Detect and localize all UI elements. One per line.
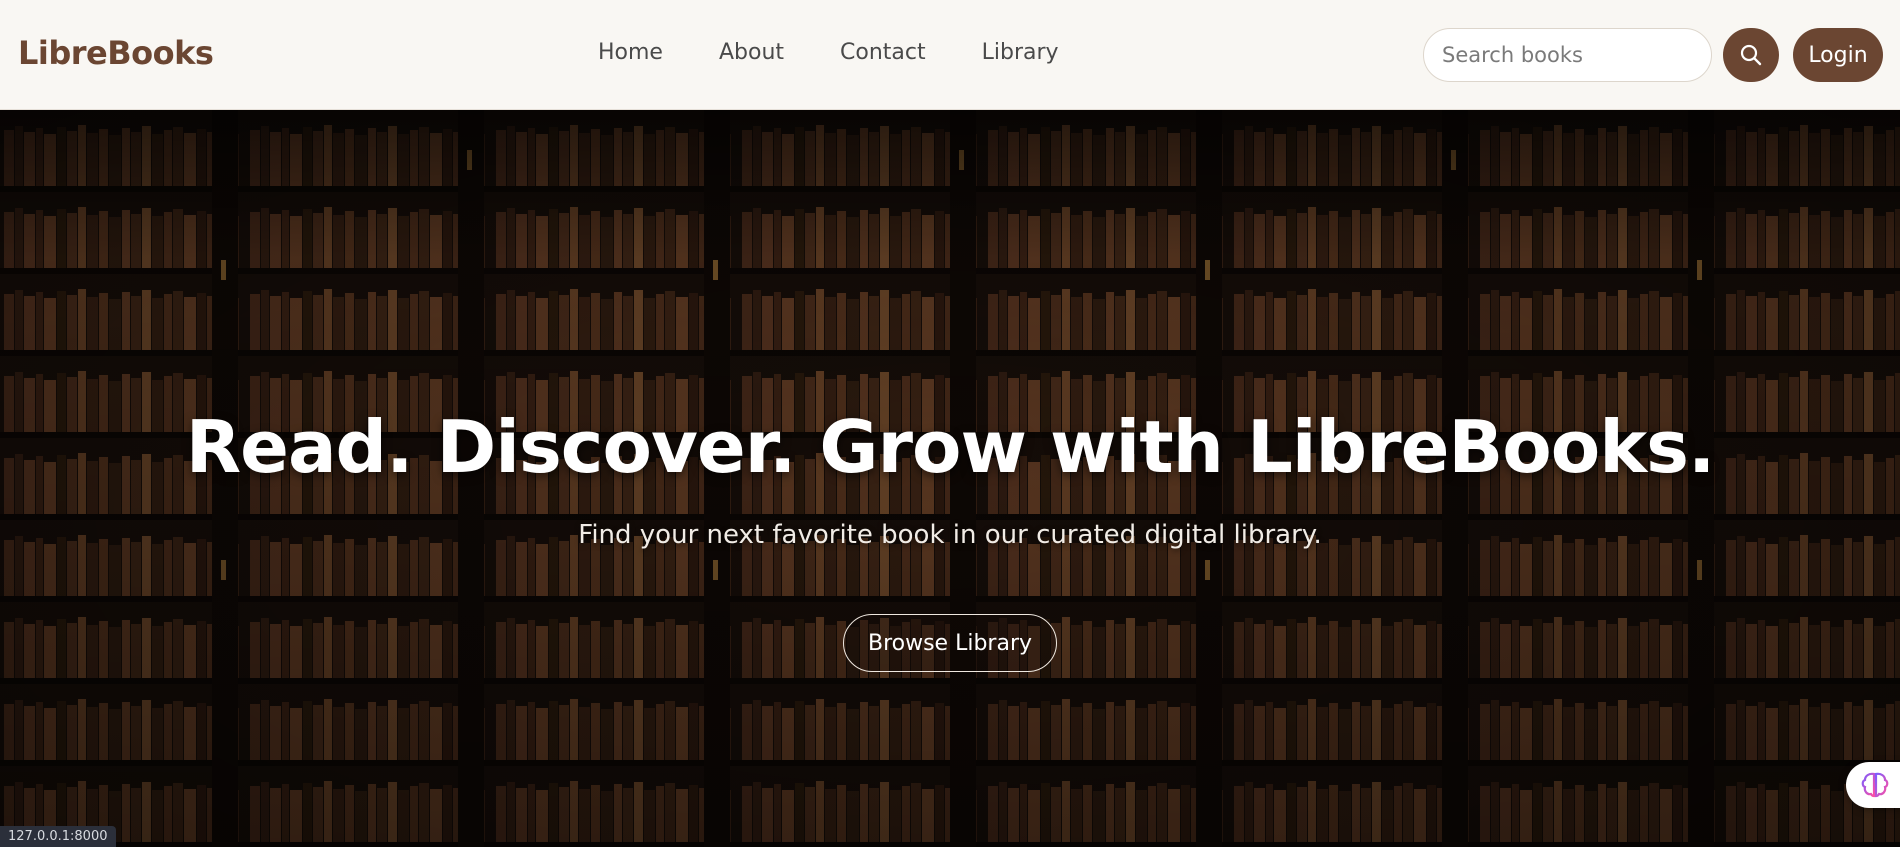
login-button[interactable]: Login	[1793, 28, 1883, 82]
hero-section: Read. Discover. Grow with LibreBooks. Fi…	[0, 110, 1900, 847]
search-box	[1423, 28, 1712, 82]
nav-link-about[interactable]: About	[719, 40, 784, 65]
hero-title: Read. Discover. Grow with LibreBooks.	[185, 405, 1716, 489]
brand-logo[interactable]: LibreBooks	[18, 34, 214, 72]
nav-link-library[interactable]: Library	[982, 40, 1059, 65]
brain-icon	[1861, 772, 1889, 798]
status-bar-url: 127.0.0.1:8000	[0, 826, 116, 847]
search-button[interactable]	[1723, 28, 1779, 82]
search-icon	[1740, 44, 1762, 66]
main-nav: Home About Contact Library	[598, 40, 1115, 65]
assistant-widget-button[interactable]	[1846, 762, 1900, 808]
nav-link-contact[interactable]: Contact	[840, 40, 926, 65]
search-input[interactable]	[1424, 29, 1711, 81]
hero-subtitle: Find your next favorite book in our cura…	[578, 520, 1322, 550]
top-navbar: LibreBooks Home About Contact Library Lo…	[0, 0, 1900, 110]
nav-link-home[interactable]: Home	[598, 40, 663, 65]
browse-library-button[interactable]: Browse Library	[843, 614, 1057, 672]
